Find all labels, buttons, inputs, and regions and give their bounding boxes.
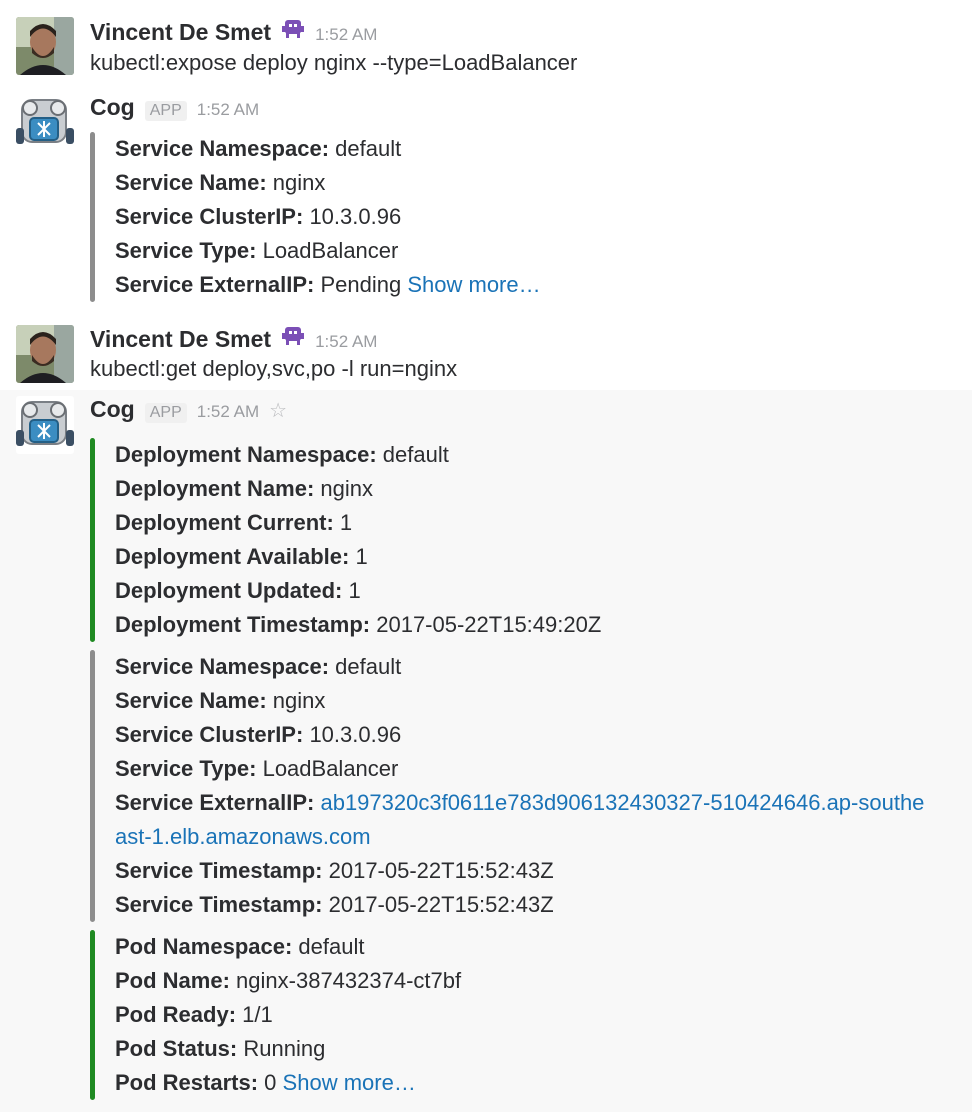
- timestamp[interactable]: 1:52 AM: [315, 25, 377, 45]
- field-row: Service ExternalIP: Pending Show more…: [115, 272, 541, 297]
- field-row: Service ClusterIP: 10.3.0.96: [115, 204, 402, 229]
- message-4: Cog APP 1:52 AM ☆ Deployment Namespace: …: [0, 390, 972, 1112]
- field-row: Deployment Current: 1: [115, 510, 353, 535]
- attachment-color-bar: [90, 650, 95, 922]
- author-name[interactable]: Cog: [90, 94, 135, 121]
- message-1: Vincent De Smet 1:52 AM kubectl:expose d…: [0, 0, 972, 88]
- field-row: Pod Name: nginx-387432374-ct7bf: [115, 968, 462, 993]
- app-badge: APP: [144, 101, 187, 121]
- attachment-deployment: Deployment Namespace: default Deployment…: [90, 438, 960, 642]
- author-name[interactable]: Vincent De Smet: [90, 326, 271, 353]
- timestamp[interactable]: 1:52 AM: [315, 332, 377, 352]
- app-badge: APP: [144, 403, 187, 423]
- field-row: Service Type: LoadBalancer: [115, 238, 399, 263]
- field-row: Service Name: nginx: [115, 688, 326, 713]
- field-row: Service ExternalIP: ab197320c3f0611e783d…: [115, 790, 925, 849]
- avatar[interactable]: [16, 94, 74, 152]
- field-row: Pod Ready: 1/1: [115, 1002, 273, 1027]
- attachment-color-bar: [90, 438, 95, 642]
- field-row: Service Namespace: default: [115, 136, 402, 161]
- field-row: Pod Status: Running: [115, 1036, 326, 1061]
- message-3: Vincent De Smet 1:52 AM kubectl:get depl…: [0, 313, 972, 390]
- author-name[interactable]: Cog: [90, 396, 135, 423]
- avatar[interactable]: [16, 325, 74, 383]
- attachment: Service Namespace: default Service Name:…: [90, 132, 960, 302]
- field-row: Deployment Updated: 1: [115, 578, 361, 603]
- field-row: Deployment Timestamp: 2017-05-22T15:49:2…: [115, 612, 602, 637]
- field-row: Service Type: LoadBalancer: [115, 756, 399, 781]
- attachment-pod: Pod Namespace: default Pod Name: nginx-3…: [90, 930, 960, 1100]
- field-row: Service Timestamp: 2017-05-22T15:52:43Z: [115, 858, 554, 883]
- attachment-color-bar: [90, 930, 95, 1100]
- show-more-link[interactable]: Show more…: [407, 272, 540, 297]
- attachment-service: Service Namespace: default Service Name:…: [90, 650, 960, 922]
- message-text: kubectl:get deploy,svc,po -l run=nginx: [90, 356, 458, 381]
- space-invader-icon: [282, 20, 305, 38]
- message-text: kubectl:expose deploy nginx --type=LoadB…: [90, 50, 578, 75]
- timestamp[interactable]: 1:52 AM: [197, 100, 259, 120]
- field-row: Deployment Namespace: default: [115, 442, 449, 467]
- field-row: Deployment Name: nginx: [115, 476, 373, 501]
- field-row: Service Namespace: default: [115, 654, 402, 679]
- avatar[interactable]: [16, 396, 74, 454]
- show-more-link[interactable]: Show more…: [283, 1070, 416, 1095]
- author-name[interactable]: Vincent De Smet: [90, 19, 271, 46]
- message-2: Cog APP 1:52 AM Service Namespace: defau…: [0, 88, 972, 313]
- space-invader-icon: [282, 327, 305, 345]
- star-outline-icon[interactable]: ☆: [269, 398, 287, 423]
- field-row: Service Timestamp: 2017-05-22T15:52:43Z: [115, 892, 554, 917]
- field-row: Pod Namespace: default: [115, 934, 365, 959]
- attachment-color-bar: [90, 132, 95, 302]
- avatar[interactable]: [16, 17, 74, 75]
- timestamp[interactable]: 1:52 AM: [197, 402, 259, 422]
- field-row: Service Name: nginx: [115, 170, 326, 195]
- field-row: Pod Restarts: 0 Show more…: [115, 1070, 416, 1095]
- field-row: Service ClusterIP: 10.3.0.96: [115, 722, 402, 747]
- field-row: Deployment Available: 1: [115, 544, 368, 569]
